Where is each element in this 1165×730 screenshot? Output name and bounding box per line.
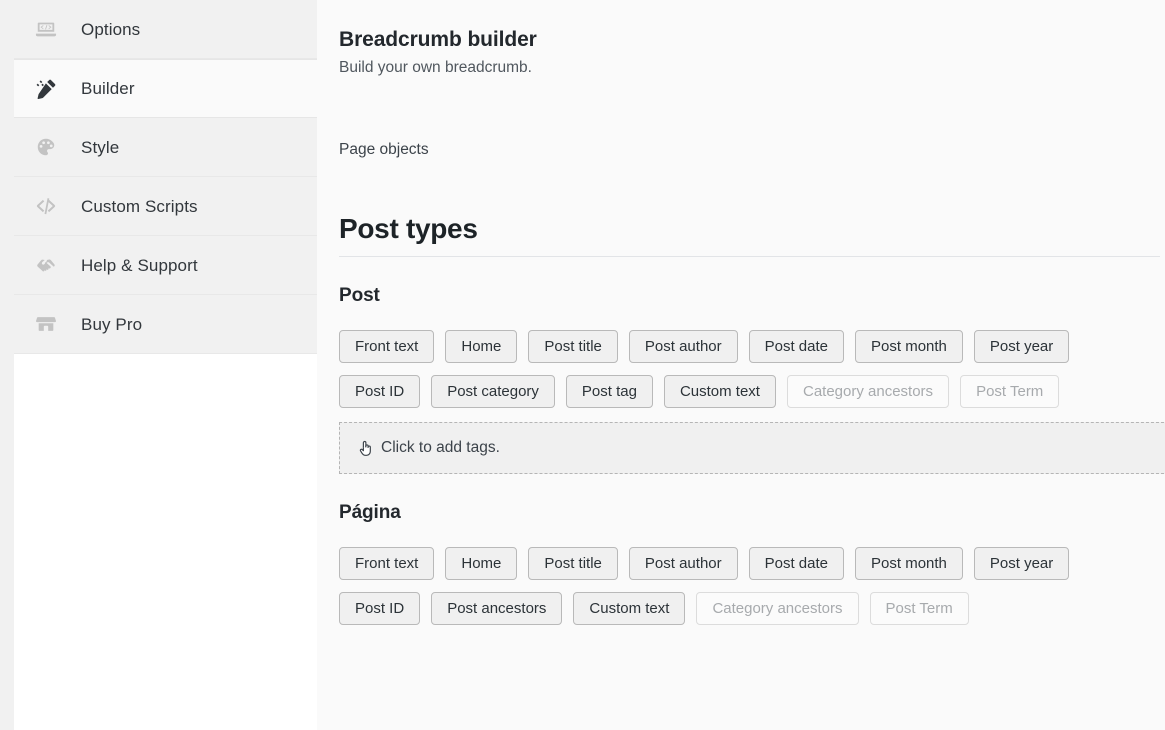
tag-button-post-title[interactable]: Post title: [528, 330, 618, 364]
tag-button-row: Front text Home Post title Post author Post …: [339, 330, 1165, 364]
pointing-hand-icon: [357, 439, 375, 457]
post-type-group: Post Front text Home Post title Post author P…: [339, 285, 1165, 475]
tag-button-front-text[interactable]: Front text: [339, 547, 435, 581]
post-type-name: Post: [339, 285, 380, 307]
section-divider: [339, 256, 1160, 258]
tag-button-post-author[interactable]: Post author: [628, 330, 738, 364]
sidebar-item-label: Custom Scripts: [81, 196, 198, 216]
tag-button-rows: Front text Home Post title Post author Post …: [339, 547, 1165, 626]
post-type-name: Página: [339, 502, 401, 524]
page-objects-label: Page objects: [339, 141, 429, 159]
tag-button-row: Post ID Post category Post tag Custom text C…: [339, 375, 1165, 409]
page-subtitle: Build your own breadcrumb.: [339, 59, 532, 77]
sidebar-panel: Options Builder Style Custom Scripts Help & …: [14, 0, 317, 730]
tag-button-post-id[interactable]: Post ID: [339, 375, 421, 409]
tag-button-post-category[interactable]: Post category: [431, 375, 555, 409]
sections-container: Post types Post Front text Home Post title Po…: [339, 213, 1165, 626]
tag-button-post-month[interactable]: Post month: [855, 330, 963, 364]
handshake-icon: [28, 250, 64, 280]
sidebar-item-help-support[interactable]: Help & Support: [14, 236, 317, 295]
tag-button-home[interactable]: Home: [445, 330, 518, 364]
sidebar-nav: Options Builder Style Custom Scripts Help & …: [14, 0, 317, 354]
sidebar-item-label: Help & Support: [81, 255, 198, 275]
sidebar-item-builder[interactable]: Builder: [14, 59, 317, 118]
sidebar-item-label: Style: [81, 137, 120, 157]
tag-button-post-term: Post Term: [869, 592, 969, 626]
tag-button-post-author[interactable]: Post author: [628, 547, 738, 581]
post-type-group: Página Front text Home Post title Post autho…: [339, 502, 1165, 626]
tag-button-post-year[interactable]: Post year: [973, 547, 1070, 581]
sidebar: Options Builder Style Custom Scripts Help & …: [0, 0, 317, 730]
page-title: Breadcrumb builder: [339, 28, 537, 51]
main-content: Breadcrumb builder Build your own breadc…: [317, 0, 1165, 730]
tag-button-row: Post ID Post ancestors Custom text Category…: [339, 592, 1165, 626]
tag-button-row: Front text Home Post title Post author Post …: [339, 547, 1165, 581]
sidebar-item-custom-scripts[interactable]: Custom Scripts: [14, 177, 317, 236]
tag-button-category-ancestors: Category ancestors: [696, 592, 859, 626]
app-root: Options Builder Style Custom Scripts Help & …: [0, 0, 1165, 730]
tag-button-post-month[interactable]: Post month: [855, 547, 963, 581]
tag-button-custom-text[interactable]: Custom text: [663, 375, 776, 409]
palette-icon: [28, 132, 64, 162]
sidebar-item-label: Buy Pro: [81, 314, 143, 334]
dropzone-label: Click to add tags.: [381, 439, 500, 457]
sidebar-item-buy-pro[interactable]: Buy Pro: [14, 295, 317, 354]
tag-button-post-date[interactable]: Post date: [748, 547, 845, 581]
sidebar-item-label: Options: [81, 19, 141, 39]
tag-button-rows: Front text Home Post title Post author Post …: [339, 330, 1165, 409]
tag-button-post-ancestors[interactable]: Post ancestors: [431, 592, 563, 626]
tag-button-post-term: Post Term: [960, 375, 1060, 409]
section-heading: Post types: [339, 213, 478, 245]
tag-button-post-title[interactable]: Post title: [528, 547, 618, 581]
tag-button-post-year[interactable]: Post year: [973, 330, 1070, 364]
tag-button-post-tag[interactable]: Post tag: [565, 375, 653, 409]
tag-button-custom-text[interactable]: Custom text: [573, 592, 686, 626]
tag-button-post-date[interactable]: Post date: [748, 330, 845, 364]
tag-button-front-text[interactable]: Front text: [339, 330, 435, 364]
sidebar-item-options[interactable]: Options: [14, 0, 317, 59]
code-brackets-icon: [28, 191, 64, 221]
magic-wand-icon: [28, 74, 64, 104]
sidebar-item-label: Builder: [81, 79, 135, 98]
store-icon: [28, 309, 64, 339]
laptop-code-icon: [28, 14, 64, 44]
tag-dropzone[interactable]: Click to add tags.: [339, 422, 1165, 475]
sidebar-item-style[interactable]: Style: [14, 118, 317, 177]
tag-button-post-id[interactable]: Post ID: [339, 592, 421, 626]
tag-button-category-ancestors: Category ancestors: [786, 375, 950, 409]
tag-button-home[interactable]: Home: [445, 547, 518, 581]
